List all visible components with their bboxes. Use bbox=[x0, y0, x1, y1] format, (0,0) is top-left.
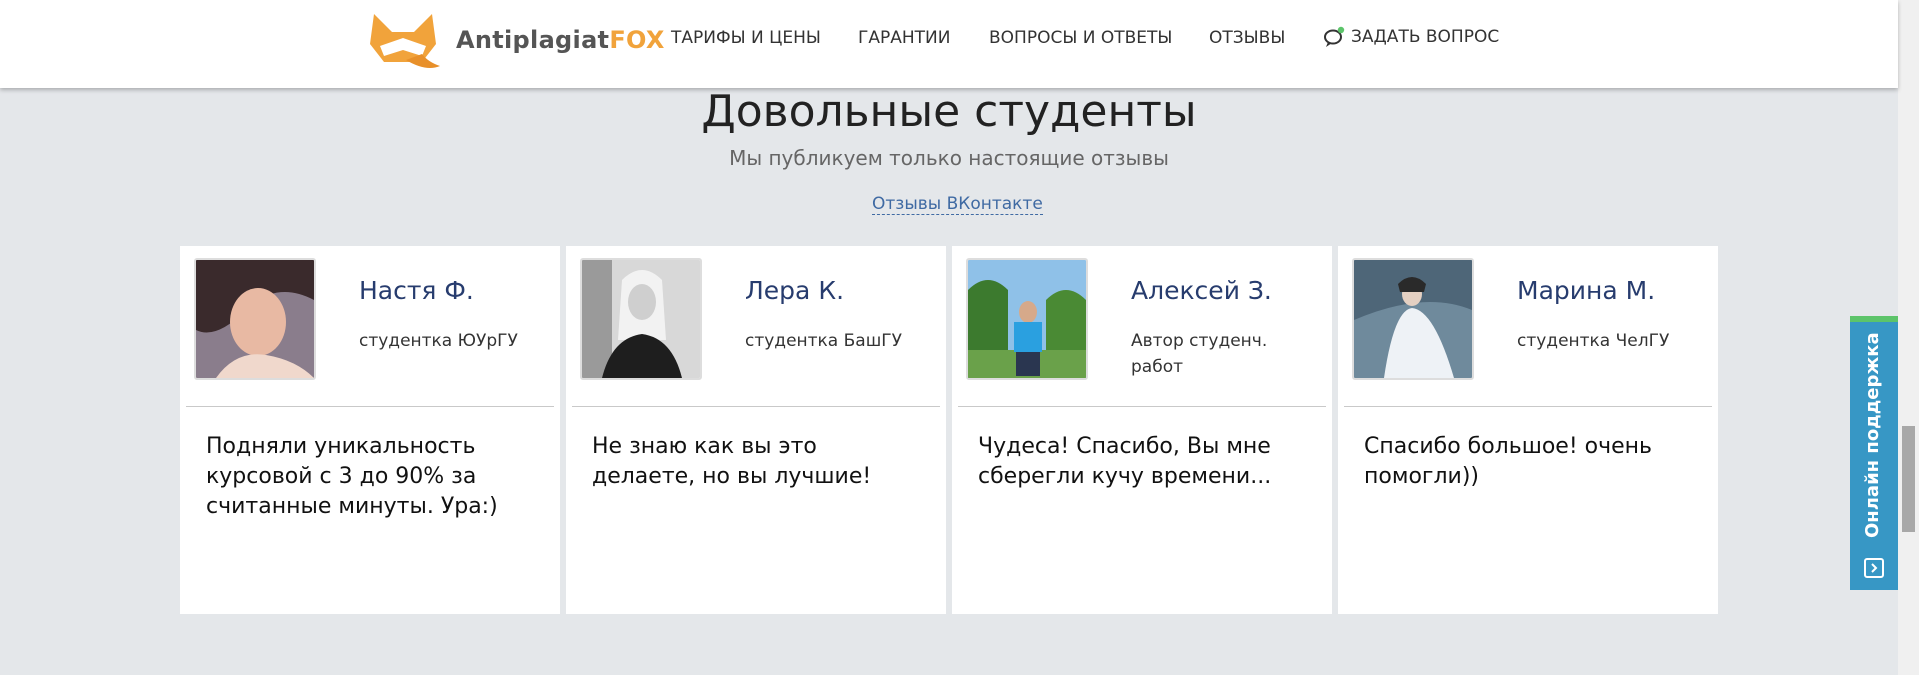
review-text: Не знаю как вы это делаете, но вы лучшие… bbox=[592, 434, 872, 489]
nav-reviews[interactable]: ОТЗЫВЫ bbox=[1209, 28, 1285, 48]
chevron-right-icon bbox=[1864, 558, 1884, 578]
review-text: Подняли уникальность курсовой с 3 до 90%… bbox=[206, 434, 498, 519]
review-card: Настя Ф. студентка ЮУрГУ Подняли уникаль… bbox=[180, 246, 560, 614]
reviewer-role: студентка ЧелГУ bbox=[1517, 331, 1670, 351]
section-title: Довольные студенты bbox=[701, 86, 1197, 137]
reviewer-name: Лера К. bbox=[745, 276, 845, 305]
nav-tariffs[interactable]: ТАРИФЫ И ЦЕНЫ bbox=[671, 28, 821, 48]
nav-ask-label: ЗАДАТЬ ВОПРОС bbox=[1351, 27, 1500, 47]
brand-accent: FOX bbox=[609, 26, 665, 54]
scrollbar-thumb[interactable] bbox=[1902, 426, 1915, 532]
divider bbox=[1344, 406, 1712, 407]
support-label: Онлайн поддержка bbox=[1862, 332, 1883, 538]
divider bbox=[186, 406, 554, 407]
brand-name[interactable]: AntiplagiatFOX bbox=[456, 26, 665, 54]
reviewer-role: студентка ЮУрГУ bbox=[359, 331, 518, 351]
brand-main: Antiplagiat bbox=[456, 26, 610, 54]
divider bbox=[572, 406, 940, 407]
vk-reviews-link[interactable]: Отзывы ВКонтакте bbox=[872, 194, 1043, 215]
divider bbox=[958, 406, 1326, 407]
nav-guarantees[interactable]: ГАРАНТИИ bbox=[858, 28, 950, 48]
reviewer-role: студентка БашГУ bbox=[745, 331, 902, 351]
avatar bbox=[580, 258, 702, 380]
reviewer-name: Алексей З. bbox=[1131, 276, 1272, 305]
nav-faq[interactable]: ВОПРОСЫ И ОТВЕТЫ bbox=[989, 28, 1172, 48]
chat-icon bbox=[1324, 26, 1345, 47]
reviewer-role: Автор студенч. работ bbox=[1131, 331, 1268, 377]
review-card: Лера К. студентка БашГУ Не знаю как вы э… bbox=[566, 246, 946, 614]
avatar bbox=[966, 258, 1088, 380]
nav-ask-question[interactable]: ЗАДАТЬ ВОПРОС bbox=[1323, 26, 1499, 48]
review-text: Чудеса! Спасибо, Вы мне сберегли кучу вр… bbox=[978, 434, 1272, 489]
review-card: Алексей З. Автор студенч. работ Чудеса! … bbox=[952, 246, 1332, 614]
scrollbar[interactable] bbox=[1898, 0, 1919, 675]
fox-logo-icon[interactable] bbox=[366, 10, 440, 72]
online-support-tab[interactable]: Онлайн поддержка bbox=[1850, 316, 1898, 590]
review-card: Марина М. студентка ЧелГУ Спасибо большо… bbox=[1338, 246, 1718, 614]
reviewer-name: Настя Ф. bbox=[359, 276, 474, 305]
avatar bbox=[194, 258, 316, 380]
avatar bbox=[1352, 258, 1474, 380]
section-subtitle: Мы публикуем только настоящие отзывы bbox=[729, 146, 1169, 170]
reviewer-name: Марина М. bbox=[1517, 276, 1656, 305]
review-text: Спасибо большое! очень помогли)) bbox=[1364, 434, 1652, 489]
site-header: AntiplagiatFOX ТАРИФЫ И ЦЕНЫ ГАРАНТИИ ВО… bbox=[0, 0, 1898, 88]
